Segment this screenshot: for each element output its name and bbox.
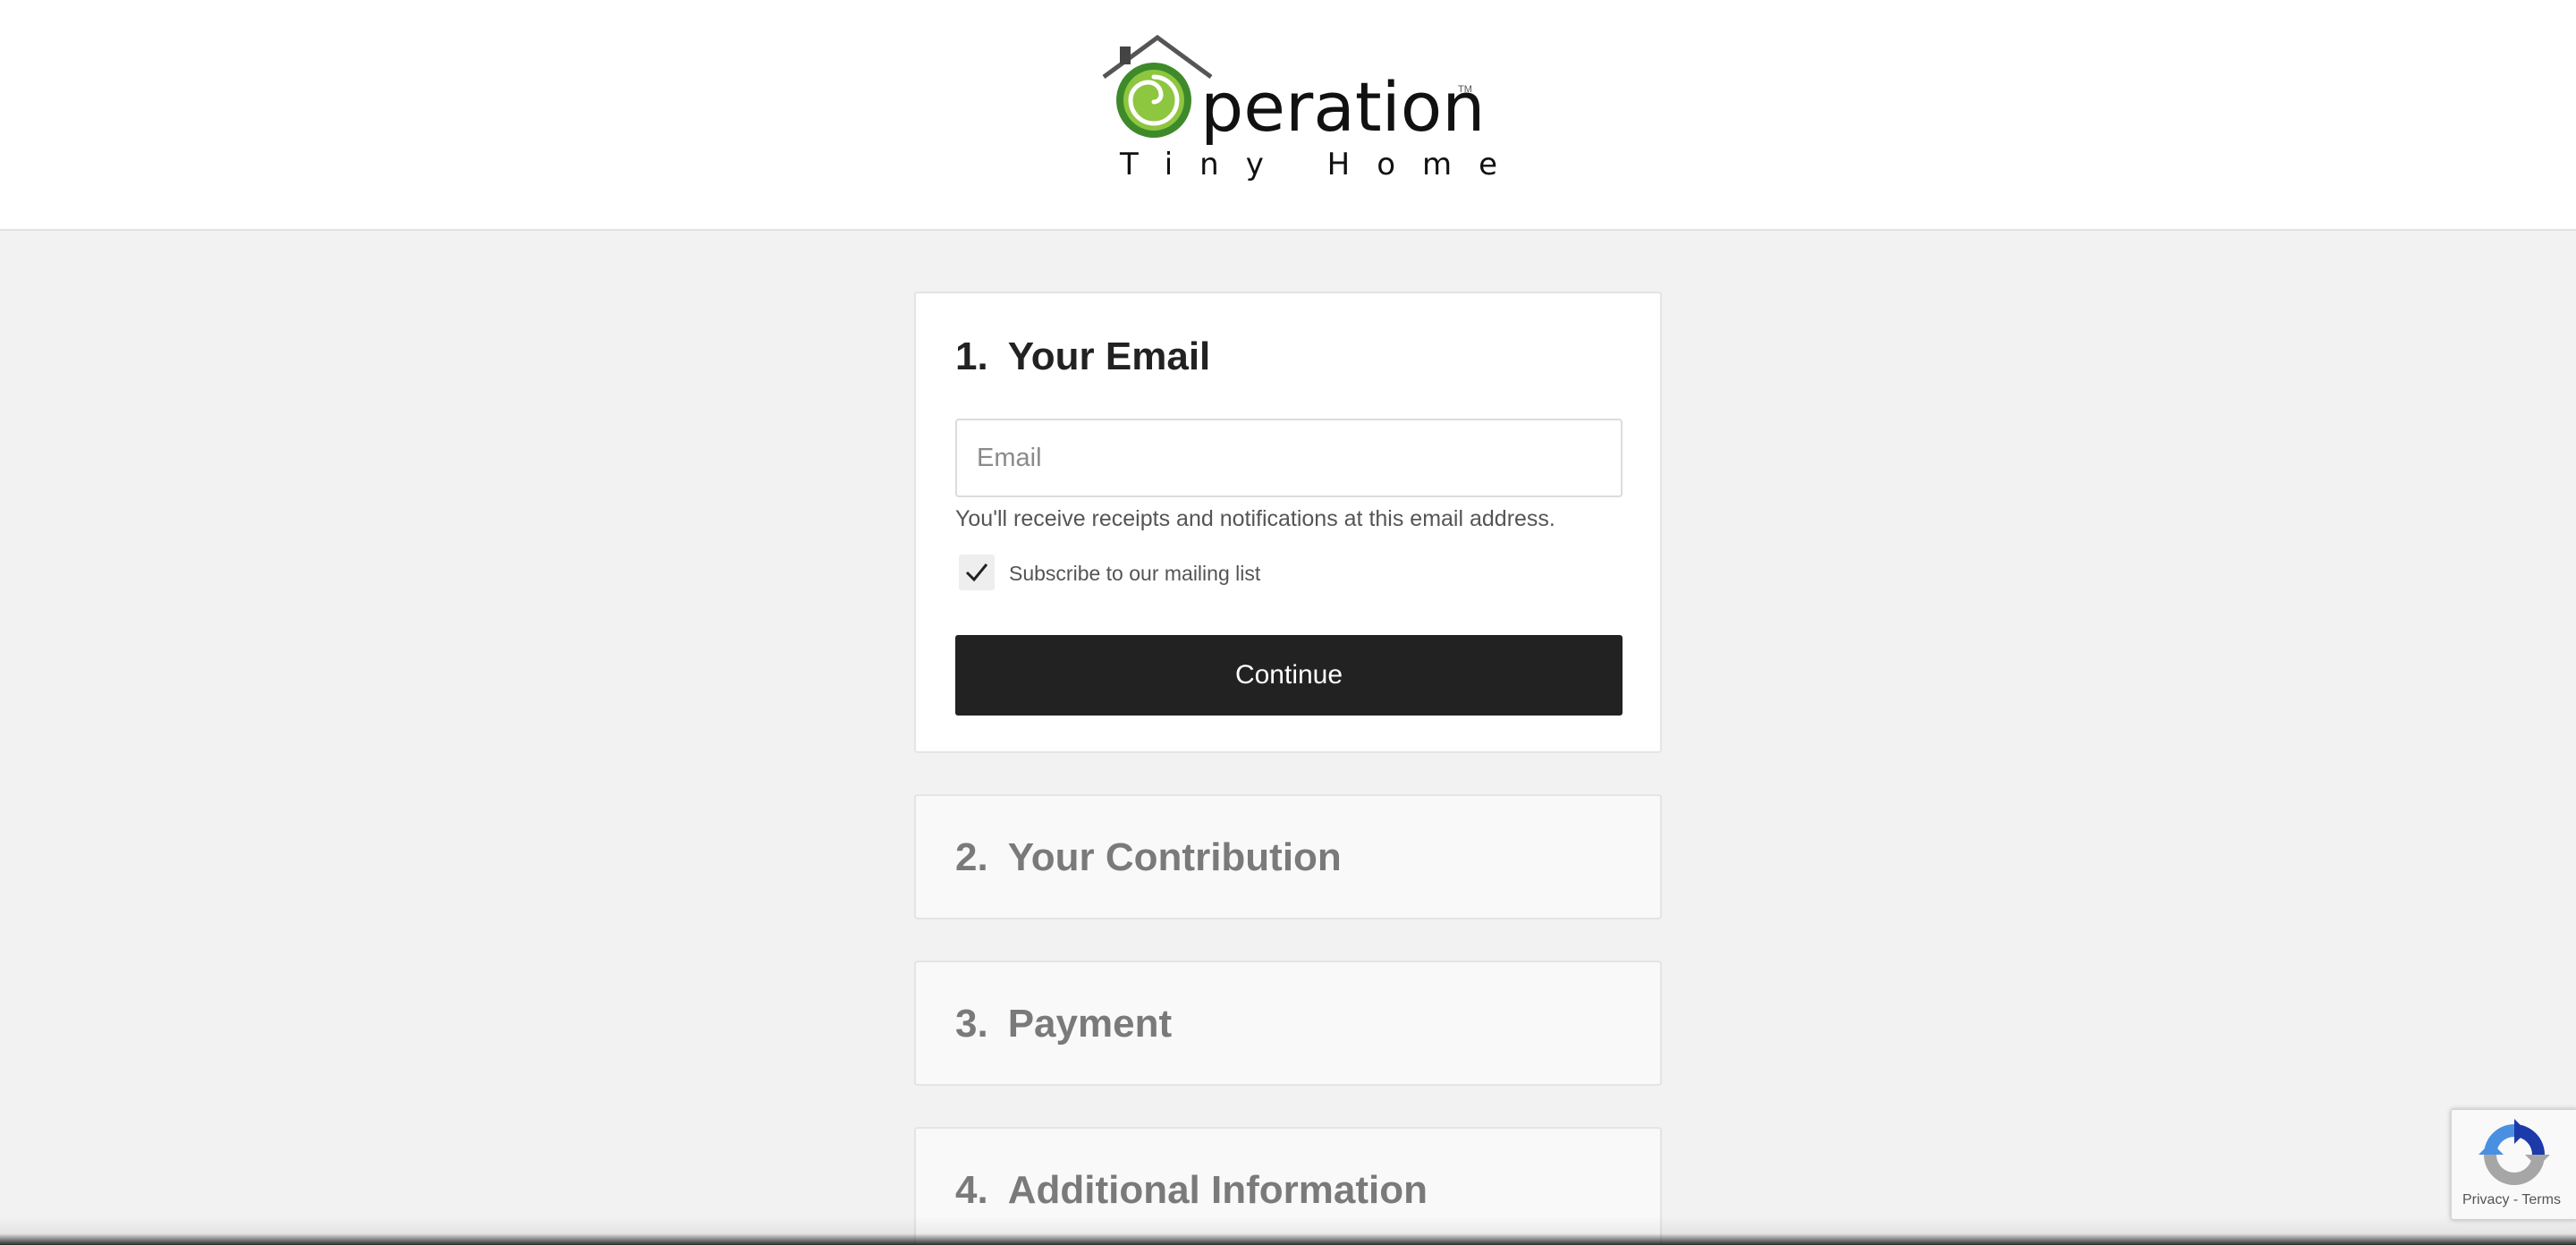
- step-payment-card[interactable]: 3. Payment: [914, 961, 1662, 1086]
- step-title-text: Payment: [1007, 1002, 1173, 1046]
- step-payment-title: 3. Payment: [955, 1002, 1172, 1046]
- logo-trademark: TM: [1458, 84, 1472, 95]
- recaptcha-links: Privacy - Terms: [2462, 1192, 2561, 1208]
- step-number: 3.: [955, 1002, 988, 1046]
- logo-subtitle: Tiny Home: [1120, 147, 1525, 182]
- email-helper-text: You'll receive receipts and notification…: [955, 506, 1555, 531]
- bottom-edge-shadow: [0, 1216, 2576, 1245]
- continue-button[interactable]: Continue: [955, 635, 1623, 716]
- recaptcha-privacy-link[interactable]: Privacy: [2462, 1192, 2509, 1207]
- step-email-card: 1. Your Email You'll receive receipts and…: [914, 292, 1662, 753]
- operation-tiny-home-logo[interactable]: peration TM Tiny Home: [1102, 34, 1497, 186]
- step-contribution-card[interactable]: 2. Your Contribution: [914, 794, 1662, 919]
- step-email-title: 1. Your Email: [955, 335, 1210, 379]
- step-title-text: Additional Information: [1007, 1168, 1428, 1212]
- site-header: peration TM Tiny Home: [0, 0, 2576, 231]
- subscribe-label[interactable]: Subscribe to our mailing list: [1009, 562, 1260, 586]
- step-number: 1.: [955, 335, 988, 378]
- step-title-text: Your Contribution: [1007, 835, 1342, 879]
- step-additional-info-title: 4. Additional Information: [955, 1168, 1428, 1213]
- recaptcha-separator: -: [2509, 1192, 2522, 1207]
- email-input[interactable]: [955, 419, 1623, 497]
- recaptcha-icon: [2479, 1119, 2550, 1185]
- step-number: 2.: [955, 835, 988, 879]
- step-title-text: Your Email: [1007, 335, 1211, 378]
- recaptcha-badge[interactable]: Privacy - Terms: [2451, 1109, 2576, 1220]
- step-contribution-title: 2. Your Contribution: [955, 835, 1342, 880]
- subscribe-checkbox[interactable]: [959, 555, 995, 590]
- step-number: 4.: [955, 1168, 988, 1212]
- checkmark-icon: [965, 563, 988, 582]
- logo-wordmark: peration: [1200, 67, 1486, 147]
- recaptcha-terms-link[interactable]: Terms: [2521, 1192, 2561, 1207]
